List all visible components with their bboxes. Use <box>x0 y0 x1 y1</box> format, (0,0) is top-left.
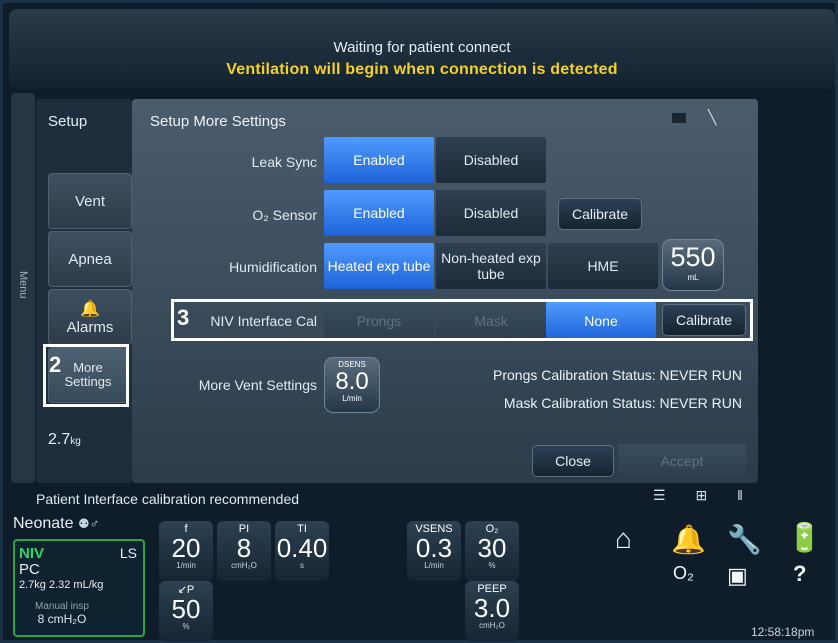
param-rate[interactable]: f 20 1/min <box>159 521 213 581</box>
param-o2[interactable]: O₂ 30% <box>465 521 519 581</box>
volume-unit: mL <box>687 273 699 282</box>
header-line2: Ventilation will begin when connection i… <box>226 61 618 78</box>
screen-icon <box>672 113 686 123</box>
more-vent-label: More Vent Settings <box>198 377 317 393</box>
humidification-hme-button[interactable]: HME <box>548 243 658 289</box>
param-vsens[interactable]: VSENS 0.3 L/min <box>407 521 461 581</box>
more-settings-panel: Setup More Settings ╲ Leak Sync Enabled … <box>132 99 758 483</box>
key-icon: ╲ <box>708 109 717 125</box>
nav-title: Setup <box>48 113 88 130</box>
humidification-heated-button[interactable]: Heated exp tube <box>324 243 434 289</box>
annotation-box-3 <box>171 299 753 341</box>
menu-strip[interactable]: Menu <box>11 93 35 483</box>
manual-insp: Manual insp 8 cmH₂O <box>35 601 89 626</box>
alarm-bell-icon[interactable]: 🔔 <box>671 523 706 556</box>
patient-weight: 2.7kg <box>48 431 81 448</box>
nav-item-vent[interactable]: Vent <box>48 173 132 229</box>
patient-panel: Neonate ⚉♂ NIV LS PC 2.7kg 2.32 mL/kg Ma… <box>13 515 145 639</box>
o2-icon[interactable]: O₂ <box>673 563 694 584</box>
o2-sensor-enabled-button[interactable]: Enabled <box>324 190 434 236</box>
nav-item-alarms[interactable]: 🔔 Alarms <box>48 289 132 345</box>
volume-value: 550 <box>670 242 716 272</box>
bottom-toolbar: ☰ ⊞ ‖ <box>653 487 769 504</box>
param-pi[interactable]: PI 8 cmH₂O <box>217 521 271 581</box>
nav-item-label: Vent <box>74 192 106 210</box>
annotation-number-2: 2 <box>49 352 62 377</box>
weight-line: 2.7kg 2.32 mL/kg <box>19 579 104 591</box>
wrench-icon[interactable]: 🔧 <box>727 523 762 556</box>
help-icon[interactable]: ? <box>793 561 806 587</box>
patient-type-icon: ⚉♂ <box>77 516 100 531</box>
mode-box[interactable]: NIV LS PC 2.7kg 2.32 mL/kg Manual insp 8… <box>13 539 145 637</box>
annotation-number-3: 3 <box>177 305 190 330</box>
o2-calibrate-button[interactable]: Calibrate <box>558 198 642 230</box>
pause-icon[interactable]: ‖ <box>737 487 743 503</box>
status-header: Waiting for patient connect Ventilation … <box>9 9 835 89</box>
bell-icon: 🔔 <box>80 300 100 318</box>
setup-nav: Setup Vent Apnea 🔔 Alarms More Settings … <box>36 99 132 483</box>
close-button[interactable]: Close <box>532 445 614 477</box>
grid-icon[interactable]: ⊞ <box>695 487 707 503</box>
header-line1: Waiting for patient connect <box>333 39 511 56</box>
nav-item-label: Alarms <box>66 318 114 336</box>
dsens-knob[interactable]: DSENS 8.0 L/min <box>324 357 380 413</box>
clock-time: 12:58:18pm <box>751 625 815 639</box>
nav-item-apnea[interactable]: Apnea <box>48 231 132 287</box>
patient-category: Neonate ⚉♂ <box>13 515 100 532</box>
param-peep[interactable]: PEEP 3.0 cmH₂O <box>465 581 519 641</box>
panel-title: Setup More Settings <box>150 113 286 130</box>
dsens-value: 8.0 <box>335 368 369 395</box>
mode-label: NIV <box>19 545 45 562</box>
humidification-label: Humidification <box>229 259 317 275</box>
camera-icon[interactable]: ▣ <box>727 563 748 589</box>
ls-label: LS <box>119 545 137 561</box>
accept-button[interactable]: Accept <box>618 444 746 478</box>
waveform-icon[interactable]: ☰ <box>653 487 666 503</box>
battery-warning-icon[interactable]: 🔋 <box>787 521 822 554</box>
home-icon[interactable]: ⌂ <box>615 523 632 555</box>
prongs-status-text: Prongs Calibration Status: NEVER RUN <box>493 367 742 383</box>
bottom-message: Patient Interface calibration recommende… <box>36 491 300 507</box>
humidification-nonheated-button[interactable]: Non-heated exp tube <box>436 243 546 289</box>
leak-sync-label: Leak Sync <box>251 154 317 170</box>
leak-sync-disabled-button[interactable]: Disabled <box>436 137 546 183</box>
pc-label: PC <box>19 561 40 578</box>
o2-sensor-label: O₂ Sensor <box>252 207 317 223</box>
leak-sync-enabled-button[interactable]: Enabled <box>324 137 434 183</box>
humidifier-volume-knob[interactable]: 550 mL <box>662 239 724 291</box>
mask-status-text: Mask Calibration Status: NEVER RUN <box>503 395 742 411</box>
param-ti[interactable]: TI 0.40 s <box>275 521 329 581</box>
ventilator-screen: Waiting for patient connect Ventilation … <box>0 0 838 643</box>
menu-label: Menu <box>17 271 29 299</box>
o2-sensor-disabled-button[interactable]: Disabled <box>436 190 546 236</box>
dsens-unit: L/min <box>342 394 362 403</box>
nav-item-label: Apnea <box>68 250 112 268</box>
param-rise[interactable]: ↙P 50% <box>159 581 213 641</box>
